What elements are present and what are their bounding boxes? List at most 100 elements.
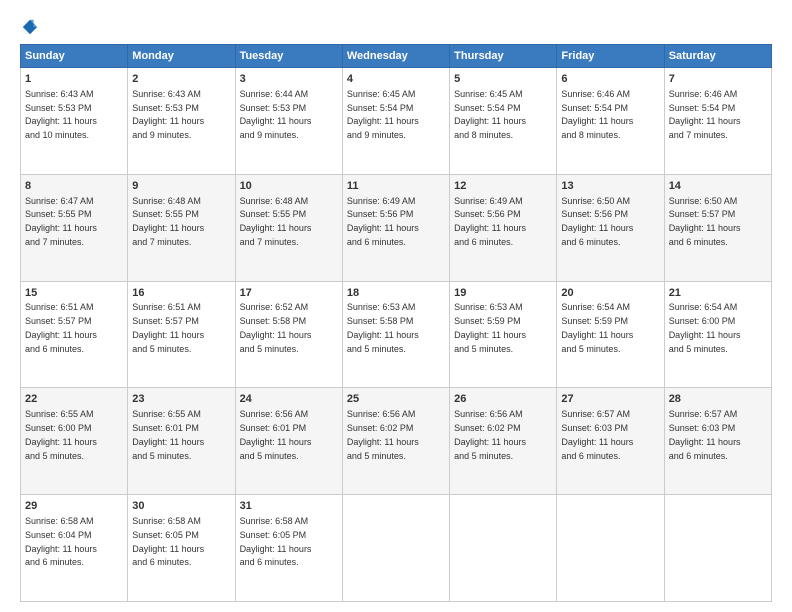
day-info: Sunrise: 6:50 AM Sunset: 5:57 PM Dayligh…	[669, 196, 741, 247]
day-number: 6	[561, 72, 659, 87]
day-number: 2	[132, 72, 230, 87]
logo	[20, 18, 40, 36]
day-info: Sunrise: 6:49 AM Sunset: 5:56 PM Dayligh…	[454, 196, 526, 247]
day-number: 11	[347, 179, 445, 194]
calendar-week-row: 1 Sunrise: 6:43 AM Sunset: 5:53 PM Daylig…	[21, 68, 772, 175]
calendar-cell: 13 Sunrise: 6:50 AM Sunset: 5:56 PM Dayli…	[557, 174, 664, 281]
calendar-cell: 1 Sunrise: 6:43 AM Sunset: 5:53 PM Daylig…	[21, 68, 128, 175]
day-number: 25	[347, 392, 445, 407]
day-info: Sunrise: 6:58 AM Sunset: 6:05 PM Dayligh…	[240, 516, 312, 567]
day-info: Sunrise: 6:49 AM Sunset: 5:56 PM Dayligh…	[347, 196, 419, 247]
day-number: 10	[240, 179, 338, 194]
calendar-cell: 16Sunrise: 6:51 AM Sunset: 5:57 PM Dayli…	[128, 281, 235, 388]
calendar-cell: 7Sunrise: 6:46 AM Sunset: 5:54 PM Daylig…	[664, 68, 771, 175]
day-header: Wednesday	[342, 45, 449, 68]
day-info: Sunrise: 6:52 AM Sunset: 5:58 PM Dayligh…	[240, 302, 312, 353]
day-info: Sunrise: 6:53 AM Sunset: 5:58 PM Dayligh…	[347, 302, 419, 353]
day-info: Sunrise: 6:55 AM Sunset: 6:01 PM Dayligh…	[132, 409, 204, 460]
day-header: Friday	[557, 45, 664, 68]
calendar-cell: 23 Sunrise: 6:55 AM Sunset: 6:01 PM Dayli…	[128, 388, 235, 495]
calendar-cell	[450, 495, 557, 602]
day-info: Sunrise: 6:51 AM Sunset: 5:57 PM Dayligh…	[25, 302, 97, 353]
day-info: Sunrise: 6:43 AM Sunset: 5:53 PM Dayligh…	[25, 89, 97, 140]
day-info: Sunrise: 6:56 AM Sunset: 6:02 PM Dayligh…	[454, 409, 526, 460]
calendar-cell: 27 Sunrise: 6:57 AM Sunset: 6:03 PM Dayli…	[557, 388, 664, 495]
day-info: Sunrise: 6:56 AM Sunset: 6:01 PM Dayligh…	[240, 409, 312, 460]
calendar-cell: 9Sunrise: 6:48 AM Sunset: 5:55 PM Daylig…	[128, 174, 235, 281]
calendar-cell: 31 Sunrise: 6:58 AM Sunset: 6:05 PM Dayli…	[235, 495, 342, 602]
calendar-week-row: 8 Sunrise: 6:47 AM Sunset: 5:55 PM Daylig…	[21, 174, 772, 281]
day-number: 24	[240, 392, 338, 407]
calendar-cell	[664, 495, 771, 602]
day-info: Sunrise: 6:58 AM Sunset: 6:04 PM Dayligh…	[25, 516, 97, 567]
day-number: 23	[132, 392, 230, 407]
calendar-cell: 30Sunrise: 6:58 AM Sunset: 6:05 PM Dayli…	[128, 495, 235, 602]
calendar-cell: 18Sunrise: 6:53 AM Sunset: 5:58 PM Dayli…	[342, 281, 449, 388]
calendar-cell: 26 Sunrise: 6:56 AM Sunset: 6:02 PM Dayli…	[450, 388, 557, 495]
calendar-cell: 8 Sunrise: 6:47 AM Sunset: 5:55 PM Daylig…	[21, 174, 128, 281]
day-number: 13	[561, 179, 659, 194]
day-number: 17	[240, 286, 338, 301]
header	[20, 18, 772, 36]
day-header: Tuesday	[235, 45, 342, 68]
calendar-cell	[557, 495, 664, 602]
day-number: 27	[561, 392, 659, 407]
calendar-cell: 11 Sunrise: 6:49 AM Sunset: 5:56 PM Dayli…	[342, 174, 449, 281]
logo-icon	[21, 18, 39, 36]
calendar-cell: 2Sunrise: 6:43 AM Sunset: 5:53 PM Daylig…	[128, 68, 235, 175]
day-number: 3	[240, 72, 338, 87]
day-header: Sunday	[21, 45, 128, 68]
calendar-cell: 6 Sunrise: 6:46 AM Sunset: 5:54 PM Daylig…	[557, 68, 664, 175]
calendar-cell: 5 Sunrise: 6:45 AM Sunset: 5:54 PM Daylig…	[450, 68, 557, 175]
day-info: Sunrise: 6:46 AM Sunset: 5:54 PM Dayligh…	[669, 89, 741, 140]
day-number: 29	[25, 499, 123, 514]
day-info: Sunrise: 6:50 AM Sunset: 5:56 PM Dayligh…	[561, 196, 633, 247]
day-number: 22	[25, 392, 123, 407]
day-number: 18	[347, 286, 445, 301]
day-number: 1	[25, 72, 123, 87]
calendar-cell: 28 Sunrise: 6:57 AM Sunset: 6:03 PM Dayli…	[664, 388, 771, 495]
day-info: Sunrise: 6:46 AM Sunset: 5:54 PM Dayligh…	[561, 89, 633, 140]
calendar-header-row: SundayMondayTuesdayWednesdayThursdayFrid…	[21, 45, 772, 68]
day-number: 15	[25, 286, 123, 301]
day-info: Sunrise: 6:44 AM Sunset: 5:53 PM Dayligh…	[240, 89, 312, 140]
day-info: Sunrise: 6:55 AM Sunset: 6:00 PM Dayligh…	[25, 409, 97, 460]
calendar-cell: 14 Sunrise: 6:50 AM Sunset: 5:57 PM Dayli…	[664, 174, 771, 281]
day-number: 28	[669, 392, 767, 407]
day-number: 31	[240, 499, 338, 514]
calendar-cell	[342, 495, 449, 602]
calendar-cell: 24 Sunrise: 6:56 AM Sunset: 6:01 PM Dayli…	[235, 388, 342, 495]
day-header: Monday	[128, 45, 235, 68]
day-number: 8	[25, 179, 123, 194]
day-info: Sunrise: 6:56 AM Sunset: 6:02 PM Dayligh…	[347, 409, 419, 460]
calendar-cell: 22 Sunrise: 6:55 AM Sunset: 6:00 PM Dayli…	[21, 388, 128, 495]
day-number: 4	[347, 72, 445, 87]
day-number: 5	[454, 72, 552, 87]
day-number: 14	[669, 179, 767, 194]
day-number: 26	[454, 392, 552, 407]
calendar-cell: 29 Sunrise: 6:58 AM Sunset: 6:04 PM Dayli…	[21, 495, 128, 602]
day-number: 30	[132, 499, 230, 514]
day-number: 12	[454, 179, 552, 194]
calendar-cell: 25 Sunrise: 6:56 AM Sunset: 6:02 PM Dayli…	[342, 388, 449, 495]
day-info: Sunrise: 6:54 AM Sunset: 5:59 PM Dayligh…	[561, 302, 633, 353]
calendar-cell: 15Sunrise: 6:51 AM Sunset: 5:57 PM Dayli…	[21, 281, 128, 388]
calendar-week-row: 29 Sunrise: 6:58 AM Sunset: 6:04 PM Dayli…	[21, 495, 772, 602]
calendar-cell: 4Sunrise: 6:45 AM Sunset: 5:54 PM Daylig…	[342, 68, 449, 175]
day-info: Sunrise: 6:51 AM Sunset: 5:57 PM Dayligh…	[132, 302, 204, 353]
day-info: Sunrise: 6:47 AM Sunset: 5:55 PM Dayligh…	[25, 196, 97, 247]
day-info: Sunrise: 6:53 AM Sunset: 5:59 PM Dayligh…	[454, 302, 526, 353]
day-number: 16	[132, 286, 230, 301]
day-number: 9	[132, 179, 230, 194]
calendar-cell: 21Sunrise: 6:54 AM Sunset: 6:00 PM Dayli…	[664, 281, 771, 388]
calendar: SundayMondayTuesdayWednesdayThursdayFrid…	[20, 44, 772, 602]
day-number: 19	[454, 286, 552, 301]
calendar-cell: 3 Sunrise: 6:44 AM Sunset: 5:53 PM Daylig…	[235, 68, 342, 175]
day-info: Sunrise: 6:54 AM Sunset: 6:00 PM Dayligh…	[669, 302, 741, 353]
day-info: Sunrise: 6:45 AM Sunset: 5:54 PM Dayligh…	[454, 89, 526, 140]
calendar-cell: 17Sunrise: 6:52 AM Sunset: 5:58 PM Dayli…	[235, 281, 342, 388]
day-header: Saturday	[664, 45, 771, 68]
day-info: Sunrise: 6:57 AM Sunset: 6:03 PM Dayligh…	[669, 409, 741, 460]
day-info: Sunrise: 6:48 AM Sunset: 5:55 PM Dayligh…	[240, 196, 312, 247]
day-info: Sunrise: 6:57 AM Sunset: 6:03 PM Dayligh…	[561, 409, 633, 460]
